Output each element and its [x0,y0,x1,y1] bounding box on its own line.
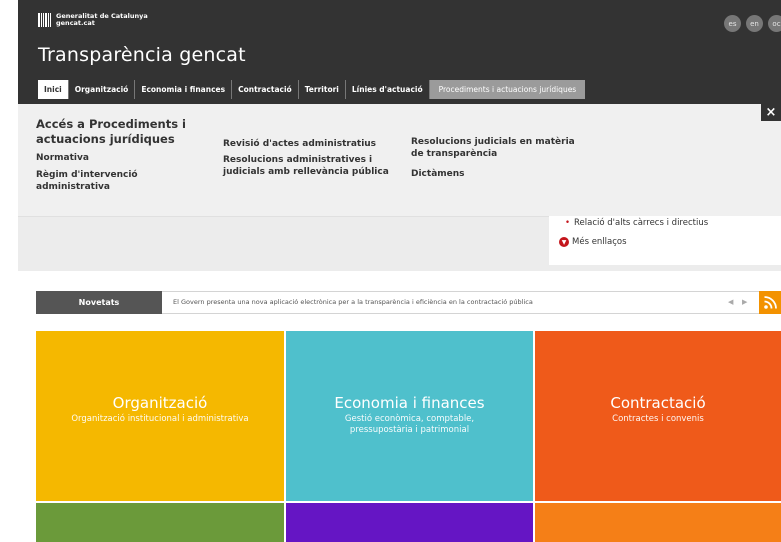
tile-economia-subtitle-line2: pressupostària i patrimonial [349,425,470,435]
lang-es-button[interactable]: es [724,15,741,32]
chevron-down-icon: ▼ [559,237,569,247]
link-alts-carrecs[interactable]: • Relació d'alts càrrecs i directius [565,218,708,228]
brand-logo-link[interactable]: Generalitat de Catalunya gencat.cat [38,13,148,27]
bullet-icon: • [565,218,571,228]
menu-resol-admin-line2: judicials amb rellevància pública [223,167,389,177]
menu-access-line1: Accés a Procediments i [36,117,186,131]
menu-access-procediments[interactable]: Accés a Procediments i actuacions jurídi… [36,117,186,147]
tab-economia[interactable]: Economia i finances [135,80,233,99]
tile-organitzacio-title: Organització [112,394,208,412]
menu-regim-line1: Règim d'intervenció [36,170,138,180]
menu-resol-jud-line1: Resolucions judicials en matèria [411,137,575,147]
tile-organitzacio[interactable]: Organització Organització institucional … [36,331,284,501]
tile-territori[interactable] [36,503,284,542]
menu-resol-jud-line2: de transparència [411,149,498,159]
tile-contractacio-subtitle: Contractes i convenis [612,414,704,424]
menu-access-line2: actuacions jurídiques [36,132,175,146]
menu-dictamens[interactable]: Dictàmens [411,168,465,180]
menu-resolucions-judicials[interactable]: Resolucions judicials en matèria de tran… [411,136,575,160]
ticker-prev-button[interactable]: ◀ [728,298,733,306]
page: Generalitat de Catalunya gencat.cat Tran… [0,0,781,542]
tab-procediments[interactable]: Procediments i actuacions jurídiques [429,80,586,99]
tile-contractacio[interactable]: Contractació Contractes i convenis [535,331,781,501]
tile-organitzacio-subtitle: Organització institucional i administrat… [71,414,249,424]
site-title[interactable]: Transparència gencat [38,44,246,66]
gencat-logo-icon [38,13,51,27]
site-header: Generalitat de Catalunya gencat.cat Tran… [18,0,781,104]
menu-resol-admin-line1: Resolucions administratives i [223,155,373,165]
more-links-label: Més enllaços [572,237,627,247]
ticker-label: Novetats [36,291,162,314]
tab-organitzacio[interactable]: Organització [69,80,136,99]
more-links-toggle[interactable]: ▼ Més enllaços [559,237,627,247]
tile-linies-actuacio[interactable] [286,503,533,542]
brand-line2: gencat.cat [56,19,95,27]
lang-en-button[interactable]: en [746,15,763,32]
tab-linies[interactable]: Línies d'actuació [346,80,430,99]
menu-resolucions-administratives[interactable]: Resolucions administratives i judicials … [223,154,389,178]
tab-territori[interactable]: Territori [299,80,346,99]
lang-oc-button[interactable]: oc [768,15,781,32]
rss-icon[interactable] [759,291,781,314]
language-selector: es en oc [724,15,781,32]
mega-menu-procediments: × Accés a Procediments i actuacions jurí… [18,104,781,216]
tab-inici[interactable]: Inici [38,80,69,99]
tile-economia[interactable]: Economia i finances Gestió econòmica, co… [286,331,533,501]
tile-procediments[interactable] [535,503,781,542]
link-alts-carrecs-label: Relació d'alts càrrecs i directius [574,218,709,228]
links-box: • Relació d'alts càrrecs i directius ▼ Mé… [549,216,781,265]
tab-contractacio[interactable]: Contractació [232,80,299,99]
news-ticker: Novetats El Govern presenta una nova apl… [36,291,781,314]
ticker-next-button[interactable]: ▶ [742,298,747,306]
menu-revisio-actes[interactable]: Revisió d'actes administratius [223,138,376,150]
left-margin [0,0,18,542]
main-nav: Inici Organització Economia i finances C… [38,80,586,99]
tile-economia-title: Economia i finances [334,394,485,412]
tile-economia-subtitle-line1: Gestió econòmica, comptable, [344,414,475,424]
menu-regim-line2: administrativa [36,182,110,192]
ticker-headline-link[interactable]: El Govern presenta una nova aplicació el… [173,292,533,313]
close-icon[interactable]: × [761,104,781,121]
menu-normativa[interactable]: Normativa [36,152,89,164]
brand-text: Generalitat de Catalunya gencat.cat [56,13,148,27]
menu-regim-intervencio[interactable]: Règim d'intervenció administrativa [36,169,138,193]
tile-contractacio-title: Contractació [610,394,706,412]
